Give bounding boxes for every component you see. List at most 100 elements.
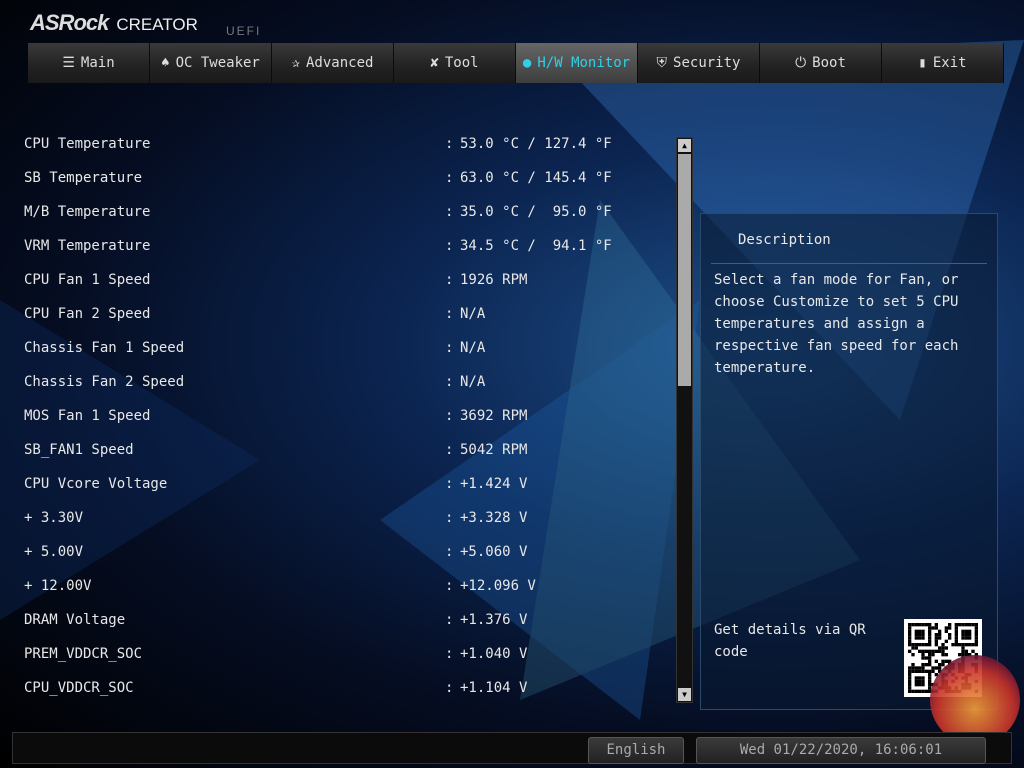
monitor-row[interactable]: CPU Fan 2 Speed: N/A: [24, 304, 664, 324]
row-separator: :: [445, 476, 454, 492]
row-value: 5042 RPM: [460, 442, 528, 458]
monitor-row[interactable]: PREM_VDDCR_SOC: +1.040 V: [24, 644, 664, 664]
tab-advanced[interactable]: ✰ Advanced: [272, 43, 394, 83]
tab-label: Exit: [932, 55, 967, 71]
row-separator: :: [445, 272, 454, 288]
row-separator: :: [445, 442, 454, 458]
row-label: Chassis Fan 2 Speed: [24, 374, 185, 390]
tab-label: Main: [80, 55, 115, 71]
monitor-row[interactable]: CPU Vcore Voltage: +1.424 V: [24, 474, 664, 494]
tab-label: Advanced: [306, 55, 374, 71]
tab-label: H/W Monitor: [537, 55, 631, 71]
monitor-row[interactable]: MOS Fan 1 Speed:3692 RPM: [24, 406, 664, 426]
monitor-row[interactable]: VRM Temperature:34.5 °C / 94.1 °F: [24, 236, 664, 256]
tab-main[interactable]: ☰ Main: [28, 43, 150, 83]
row-separator: :: [445, 238, 454, 254]
monitor-row[interactable]: CPU Fan 1 Speed:1926 RPM: [24, 270, 664, 290]
rocket-icon: ♠: [161, 55, 170, 71]
shield-icon: ⛨: [656, 55, 668, 71]
tab-h-w-monitor[interactable]: ● H/W Monitor: [516, 43, 638, 83]
row-value: +1.104 V: [460, 680, 528, 696]
row-separator: :: [445, 544, 454, 560]
row-label: DRAM Voltage: [24, 612, 126, 628]
row-separator: :: [445, 680, 454, 696]
row-value: 34.5 °C / 94.1 °F: [460, 238, 612, 254]
tab-label: OC Tweaker: [175, 55, 260, 71]
row-value: N/A: [460, 374, 486, 390]
qr-caption: Get details via QR code: [714, 622, 866, 660]
divider: [711, 263, 987, 264]
description-text: Select a fan mode for Fan, or choose Cus…: [714, 272, 959, 376]
row-label: CPU Fan 2 Speed: [24, 306, 151, 322]
row-separator: :: [445, 306, 454, 322]
monitor-row[interactable]: SB Temperature:63.0 °C / 145.4 °F: [24, 168, 664, 188]
monitor-row[interactable]: M/B Temperature:35.0 °C / 95.0 °F: [24, 202, 664, 222]
row-value: 53.0 °C / 127.4 °F: [460, 136, 612, 152]
monitor-row[interactable]: DRAM Voltage: +1.376 V: [24, 610, 664, 630]
row-label: CPU_VDDCR_SOC: [24, 680, 134, 696]
datetime-display: Wed 01/22/2020, 16:06:01: [696, 737, 986, 764]
monitor-row[interactable]: CPU_VDDCR_SOC: +1.104 V: [24, 678, 664, 698]
row-separator: :: [445, 374, 454, 390]
row-label: Chassis Fan 1 Speed: [24, 340, 185, 356]
power-icon: ⏻: [795, 55, 807, 71]
language-button[interactable]: English: [588, 737, 684, 764]
row-label: SB_FAN1 Speed: [24, 442, 134, 458]
monitor-row[interactable]: Chassis Fan 1 Speed: N/A: [24, 338, 664, 358]
asrock-creator-logo: ASRock CREATOR UEFI: [30, 10, 259, 38]
product: CREATOR: [116, 15, 198, 34]
row-value: +1.376 V: [460, 612, 528, 628]
row-value: 1926 RPM: [460, 272, 528, 288]
tab-oc-tweaker[interactable]: ♠ OC Tweaker: [150, 43, 272, 83]
row-separator: :: [445, 408, 454, 424]
tab-label: Tool: [444, 55, 479, 71]
uefi-label: UEFI: [226, 24, 262, 38]
row-separator: :: [445, 204, 454, 220]
tab-tool[interactable]: ✘ Tool: [394, 43, 516, 83]
row-label: M/B Temperature: [24, 204, 151, 220]
row-label: PREM_VDDCR_SOC: [24, 646, 143, 662]
row-label: CPU Temperature: [24, 136, 151, 152]
tab-label: Boot: [812, 55, 846, 71]
tab-boot[interactable]: ⏻ Boot: [760, 43, 882, 83]
row-label: + 3.30V: [24, 510, 84, 526]
row-value: N/A: [460, 306, 486, 322]
tab-security[interactable]: ⛨ Security: [638, 43, 760, 83]
scroll-up-icon[interactable]: ▲: [678, 139, 691, 152]
row-separator: :: [445, 612, 454, 628]
row-value: N/A: [460, 340, 486, 356]
monitor-row[interactable]: CPU Temperature:53.0 °C / 127.4 °F: [24, 134, 664, 154]
row-separator: :: [445, 340, 454, 356]
brand: ASRock: [30, 10, 109, 35]
row-value: +3.328 V: [460, 510, 528, 526]
tab-exit[interactable]: ▮ Exit: [882, 43, 1004, 83]
row-value: 35.0 °C / 95.0 °F: [460, 204, 612, 220]
row-separator: :: [445, 170, 454, 186]
scrollbar-thumb[interactable]: [678, 154, 691, 386]
monitor-row[interactable]: + 12.00V: +12.096 V: [24, 576, 664, 596]
scrollbar[interactable]: ▲ ▼: [676, 137, 693, 703]
row-value: 3692 RPM: [460, 408, 528, 424]
door-icon: ▮: [918, 55, 927, 71]
monitor-row[interactable]: + 5.00V: +5.060 V: [24, 542, 664, 562]
list-icon: ☰: [62, 55, 75, 71]
monitor-row[interactable]: + 3.30V: +3.328 V: [24, 508, 664, 528]
row-value: 63.0 °C / 145.4 °F: [460, 170, 612, 186]
row-label: + 5.00V: [24, 544, 84, 560]
row-value: +1.424 V: [460, 476, 528, 492]
monitor-row[interactable]: Chassis Fan 2 Speed: N/A: [24, 372, 664, 392]
scroll-down-icon[interactable]: ▼: [678, 688, 691, 701]
description-title: Description: [738, 232, 831, 248]
row-label: CPU Fan 1 Speed: [24, 272, 151, 288]
monitor-icon: ●: [522, 55, 532, 71]
row-separator: :: [445, 136, 454, 152]
row-value: +5.060 V: [460, 544, 528, 560]
row-label: VRM Temperature: [24, 238, 151, 254]
row-label: + 12.00V: [24, 578, 92, 594]
row-value: +12.096 V: [460, 578, 536, 594]
row-separator: :: [445, 510, 454, 526]
row-label: CPU Vcore Voltage: [24, 476, 168, 492]
tab-label: Security: [673, 55, 741, 71]
row-label: MOS Fan 1 Speed: [24, 408, 151, 424]
monitor-row[interactable]: SB_FAN1 Speed:5042 RPM: [24, 440, 664, 460]
